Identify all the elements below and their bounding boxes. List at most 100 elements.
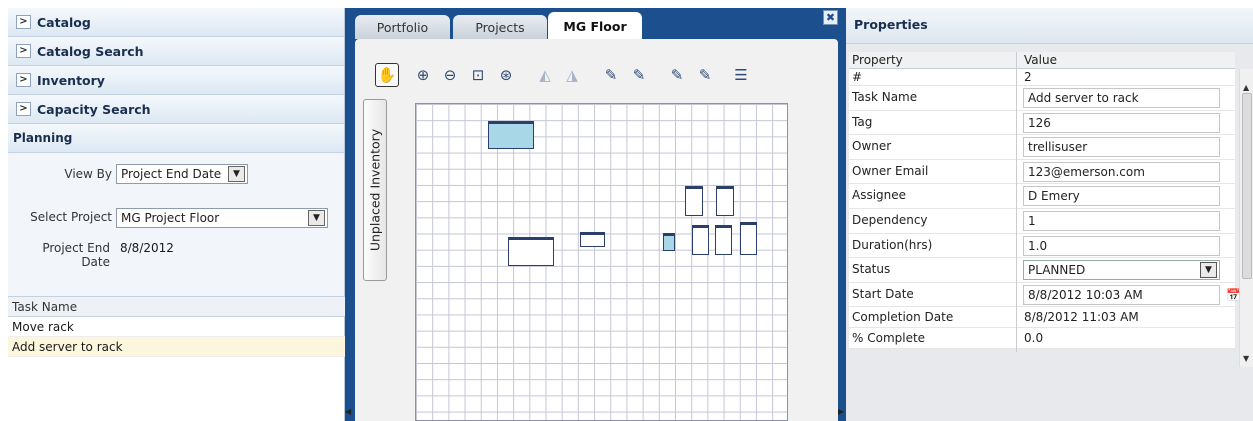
- properties-panel: Properties Property Value # 2 Task Name …: [846, 8, 1253, 421]
- task-name-column-header[interactable]: Task Name: [8, 296, 345, 317]
- task-table: Task Name Move rack Add server to rack: [8, 296, 345, 357]
- select-project-select[interactable]: MG Project Floor ▼: [116, 208, 328, 228]
- tab-portfolio[interactable]: Portfolio: [355, 15, 450, 39]
- property-name: Status: [852, 262, 891, 277]
- project-end-date-value: 8/8/2012: [120, 241, 174, 255]
- value-column-header: Value: [1024, 53, 1057, 67]
- chevron-right-icon[interactable]: >: [16, 44, 31, 58]
- edit-note-3-icon[interactable]: ✎: [665, 63, 689, 87]
- select-project-value: MG Project Floor: [121, 211, 220, 225]
- dependency-field[interactable]: 1: [1023, 210, 1220, 231]
- scrollbar-thumb[interactable]: [1242, 93, 1252, 279]
- tab-mg-floor[interactable]: MG Floor: [548, 12, 642, 39]
- accordion-capacity-search-label: Capacity Search: [37, 101, 151, 117]
- property-row-percent-complete: % Complete 0.0: [849, 328, 1235, 350]
- property-name: Start Date: [852, 286, 914, 301]
- property-row-dependency: Dependency 1: [849, 209, 1235, 234]
- property-row-completion-date: Completion Date 8/8/2012 11:03 AM: [849, 307, 1235, 329]
- floor-rack[interactable]: [685, 186, 703, 216]
- status-value: PLANNED: [1028, 263, 1086, 278]
- planning-section-header[interactable]: Planning: [8, 124, 344, 153]
- view-by-label: View By: [64, 167, 112, 181]
- zoom-in-icon[interactable]: ⊕: [411, 63, 435, 87]
- accordion-catalog-label: Catalog: [37, 14, 91, 30]
- zoom-out-icon[interactable]: ⊖: [438, 63, 462, 87]
- task-row-selected[interactable]: Add server to rack: [8, 337, 345, 357]
- property-name: Dependency: [852, 212, 928, 227]
- project-end-date-label-line1: Project End: [42, 241, 110, 255]
- accordion-inventory[interactable]: > Inventory: [8, 66, 344, 95]
- legend-icon[interactable]: ☰: [729, 63, 753, 87]
- view-by-value: Project End Date: [121, 167, 222, 181]
- floor-canvas-container: ✋ ⊕ ⊖ ⊡ ⊛ ◭ ◮ ✎ ✎ ✎ ✎ ☰ Unplaced Invento…: [355, 39, 838, 421]
- select-project-label: Select Project: [30, 210, 112, 224]
- accordion-catalog-search[interactable]: > Catalog Search: [8, 37, 344, 66]
- accordion-capacity-search[interactable]: > Capacity Search: [8, 95, 344, 124]
- calendar-icon[interactable]: 📅: [1226, 288, 1241, 302]
- dropdown-arrow-icon[interactable]: ▼: [308, 210, 325, 226]
- column-separator: [1016, 52, 1017, 352]
- properties-header-row: Property Value: [849, 52, 1235, 69]
- edit-note-4-icon[interactable]: ✎: [693, 63, 717, 87]
- chevron-right-icon[interactable]: >: [16, 73, 31, 87]
- floor-rack[interactable]: [580, 232, 605, 247]
- edit-note-1-icon[interactable]: ✎: [599, 63, 623, 87]
- floor-rack[interactable]: [692, 225, 709, 255]
- floor-rack[interactable]: [716, 186, 734, 216]
- chevron-right-icon[interactable]: >: [16, 15, 31, 29]
- zoom-fit-icon[interactable]: ⊡: [466, 63, 490, 87]
- scroll-left-arrow-icon[interactable]: ◀: [345, 407, 353, 417]
- close-icon[interactable]: ✖: [823, 10, 838, 25]
- planning-form: View By Project End Date ▼ Select Projec…: [8, 153, 344, 300]
- property-row-owner: Owner trellisuser: [849, 135, 1235, 160]
- task-row[interactable]: Move rack: [8, 317, 345, 337]
- floor-rack[interactable]: [508, 237, 554, 266]
- floor-toolbar: ✋ ⊕ ⊖ ⊡ ⊛ ◭ ◮ ✎ ✎ ✎ ✎ ☰: [365, 61, 830, 91]
- property-column-header: Property: [852, 53, 903, 67]
- flip-vertical-icon[interactable]: ◮: [560, 63, 584, 87]
- status-select[interactable]: PLANNED ▼: [1023, 260, 1220, 281]
- tab-projects[interactable]: Projects: [453, 15, 547, 39]
- property-row-owner-email: Owner Email 123@emerson.com: [849, 160, 1235, 185]
- hand-tool-icon[interactable]: ✋: [375, 63, 399, 87]
- floor-grid[interactable]: [415, 103, 788, 421]
- property-row-duration: Duration(hrs) 1.0: [849, 234, 1235, 259]
- tag-field[interactable]: 126: [1023, 112, 1220, 133]
- task-name-field[interactable]: Add server to rack: [1023, 88, 1220, 108]
- floor-rack[interactable]: [715, 225, 732, 255]
- project-end-date-label-line2: Date: [81, 255, 110, 269]
- property-value: 0.0: [1024, 331, 1044, 346]
- edit-note-2-icon[interactable]: ✎: [627, 63, 651, 87]
- property-value: 2: [1024, 70, 1032, 84]
- property-value: 8/8/2012 11:03 AM: [1024, 310, 1139, 325]
- properties-table: Property Value # 2 Task Name Add server …: [849, 52, 1241, 350]
- dropdown-arrow-icon[interactable]: ▼: [1200, 262, 1217, 279]
- owner-field[interactable]: trellisuser: [1023, 137, 1220, 158]
- property-row-assignee: Assignee D Emery: [849, 184, 1235, 209]
- accordion-catalog[interactable]: > Catalog: [8, 8, 344, 37]
- start-date-field[interactable]: 8/8/2012 10:03 AM: [1023, 284, 1220, 305]
- floor-rack-selected-small[interactable]: [663, 233, 675, 251]
- view-by-select[interactable]: Project End Date ▼: [116, 164, 248, 184]
- property-name: Owner Email: [852, 163, 929, 178]
- property-name: % Complete: [852, 331, 926, 346]
- properties-scrollbar[interactable]: ▲ ▼: [1239, 69, 1253, 367]
- scroll-up-arrow-icon[interactable]: ▲: [1243, 83, 1249, 92]
- duration-field[interactable]: 1.0: [1023, 235, 1220, 256]
- owner-email-field[interactable]: 123@emerson.com: [1023, 161, 1220, 182]
- floor-editor-panel: Portfolio Projects MG Floor ✖ ✋ ⊕ ⊖ ⊡ ⊛ …: [345, 8, 846, 421]
- scroll-right-arrow-icon[interactable]: ▶: [838, 407, 846, 417]
- property-row-task-name: Task Name Add server to rack: [849, 86, 1235, 111]
- assignee-field[interactable]: D Emery: [1023, 186, 1220, 207]
- scroll-down-arrow-icon[interactable]: ▼: [1243, 354, 1249, 363]
- property-row-status: Status PLANNED ▼: [849, 258, 1235, 283]
- dropdown-arrow-icon[interactable]: ▼: [228, 166, 245, 182]
- floor-rack[interactable]: [740, 222, 757, 255]
- zoom-region-icon[interactable]: ⊛: [494, 63, 518, 87]
- floor-rack-selected[interactable]: [488, 121, 534, 149]
- property-name: Task Name: [852, 90, 918, 104]
- flip-horizontal-icon[interactable]: ◭: [533, 63, 557, 87]
- property-row-start-date: Start Date 8/8/2012 10:03 AM 📅: [849, 283, 1241, 308]
- chevron-right-icon[interactable]: >: [16, 102, 31, 116]
- unplaced-inventory-tab[interactable]: Unplaced Inventory: [363, 99, 387, 281]
